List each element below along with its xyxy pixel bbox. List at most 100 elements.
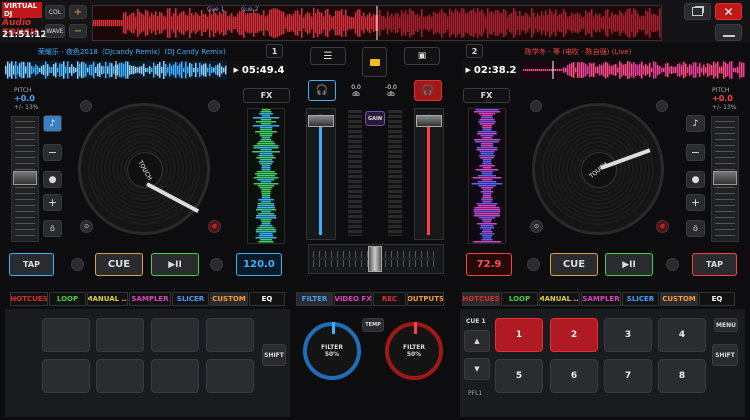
right-pad-7[interactable]: 7 bbox=[604, 359, 652, 393]
gain-button[interactable]: GAIN bbox=[365, 111, 385, 126]
right-pad-3[interactable]: 3 bbox=[604, 318, 652, 352]
left-tab-hotcues[interactable]: HOTCUES bbox=[10, 292, 48, 306]
right-filter-knob[interactable]: FILTER 50% bbox=[385, 322, 443, 380]
deck1-film-button[interactable]: ⊙ bbox=[80, 220, 93, 233]
center-tab-filter[interactable]: FILTER bbox=[296, 292, 333, 306]
right-pad-1[interactable]: 1 bbox=[495, 318, 543, 352]
left-pad[interactable] bbox=[151, 359, 199, 393]
right-pad-8[interactable]: 8 bbox=[658, 359, 706, 393]
deck2-sync-knob[interactable] bbox=[527, 258, 540, 271]
temp-button[interactable]: TEMP bbox=[362, 318, 384, 332]
restore-button[interactable] bbox=[684, 3, 711, 20]
left-pad[interactable] bbox=[42, 318, 90, 352]
left-tab-custom[interactable]: CUSTOM bbox=[210, 292, 248, 306]
left-pad[interactable] bbox=[96, 359, 144, 393]
deck2-stop-button[interactable]: ⊗ bbox=[656, 220, 669, 233]
right-pad-6[interactable]: 6 bbox=[550, 359, 598, 393]
deck1-tap-button[interactable]: TAP bbox=[9, 253, 54, 276]
deck1-stop-button[interactable]: ⊗ bbox=[208, 220, 221, 233]
left-tab-eq[interactable]: EQ bbox=[249, 292, 285, 306]
right-tab-loop[interactable]: LOOP bbox=[501, 292, 538, 306]
left-pad[interactable] bbox=[96, 318, 144, 352]
left-volume-track[interactable] bbox=[306, 108, 336, 240]
mixer-settings-button[interactable]: ☰ bbox=[310, 47, 346, 65]
deck1-cue-button[interactable]: CUE bbox=[95, 253, 143, 276]
deck1-brake-button[interactable] bbox=[208, 100, 220, 112]
deck2-keylock-button[interactable]: ♪ bbox=[686, 115, 705, 132]
deck1-platter[interactable]: TOUCH bbox=[78, 103, 210, 235]
deck2-pitch-handle[interactable] bbox=[713, 171, 737, 185]
col-button[interactable]: COL bbox=[45, 5, 65, 19]
right-shift-button[interactable]: SHIFT bbox=[712, 344, 738, 366]
deck2-tap-button[interactable]: TAP bbox=[692, 253, 737, 276]
left-headphone-button[interactable]: 🎧 bbox=[308, 80, 336, 101]
center-tab-outputs[interactable]: OUTPUTS bbox=[407, 292, 444, 306]
deck1-pitch-handle[interactable] bbox=[13, 171, 37, 185]
crossfader-handle[interactable] bbox=[368, 246, 382, 272]
right-tab-slicer[interactable]: SLICER bbox=[622, 292, 659, 306]
deck1-pitch-reset-button[interactable]: ● bbox=[43, 171, 62, 188]
center-tab-video-fx[interactable]: VIDEO FX bbox=[334, 292, 372, 306]
right-tab-sampler[interactable]: SAMPLER bbox=[581, 292, 621, 306]
right-tab-manual[interactable]: MANUAL ... bbox=[539, 292, 580, 306]
close-button[interactable]: ✕ bbox=[715, 3, 742, 20]
left-tab-slicer[interactable]: SLICER bbox=[172, 292, 209, 306]
overview-waveform[interactable]: Cue 1 Cue 2 bbox=[92, 5, 662, 41]
deck2-reverse-button[interactable] bbox=[530, 100, 542, 112]
deck1-pitch-minus-button[interactable]: − bbox=[43, 144, 62, 161]
left-tab-manual[interactable]: MANUAL ... bbox=[87, 292, 128, 306]
deck1-sync-knob-2[interactable] bbox=[210, 258, 223, 271]
left-shift-button[interactable]: SHIFT bbox=[262, 344, 286, 366]
left-volume-handle[interactable] bbox=[308, 114, 334, 127]
deck2-brake-button[interactable] bbox=[656, 100, 668, 112]
right-tab-custom[interactable]: CUSTOM bbox=[660, 292, 698, 306]
left-tab-loop[interactable]: LOOP bbox=[49, 292, 86, 306]
right-volume-handle[interactable] bbox=[416, 114, 442, 127]
left-pad[interactable] bbox=[151, 318, 199, 352]
right-headphone-button[interactable]: 🎧 bbox=[414, 80, 442, 101]
deck1-fx-button[interactable]: FX bbox=[243, 88, 290, 103]
right-pad-5[interactable]: 5 bbox=[495, 359, 543, 393]
video-button[interactable]: ▣ bbox=[404, 47, 440, 65]
deck1-sync-knob[interactable] bbox=[71, 258, 84, 271]
deck1-keylock-button[interactable]: ♪ bbox=[43, 115, 62, 132]
left-pad[interactable] bbox=[206, 318, 254, 352]
folder-button[interactable] bbox=[362, 47, 387, 77]
deck1-reverse-button[interactable] bbox=[80, 100, 92, 112]
deck2-sync-knob-2[interactable] bbox=[666, 258, 679, 271]
deck2-pitch-track[interactable] bbox=[711, 116, 739, 242]
deck2-cue-button[interactable]: CUE bbox=[550, 253, 598, 276]
right-pad-4[interactable]: 4 bbox=[658, 318, 706, 352]
minimize-button[interactable] bbox=[715, 24, 742, 41]
center-tab-rec[interactable]: REC bbox=[373, 292, 406, 306]
deck1-waveform[interactable] bbox=[5, 61, 227, 79]
deck2-play-button[interactable]: ▶II bbox=[605, 253, 653, 276]
zoom-in-button[interactable]: + bbox=[69, 5, 87, 19]
cue-down-button[interactable]: ▼ bbox=[464, 358, 490, 380]
right-tab-eq[interactable]: EQ bbox=[699, 292, 735, 306]
left-pad[interactable] bbox=[42, 359, 90, 393]
deck1-pitch-plus-button[interactable]: + bbox=[43, 194, 62, 211]
deck2-platter[interactable]: TOUCH bbox=[532, 103, 664, 235]
right-pad-2[interactable]: 2 bbox=[550, 318, 598, 352]
zoom-out-button[interactable]: − bbox=[69, 24, 87, 38]
deck2-pitch-reset-button[interactable]: ● bbox=[686, 171, 705, 188]
cue-up-button[interactable]: ▲ bbox=[464, 330, 490, 352]
right-volume-track[interactable] bbox=[414, 108, 444, 240]
left-filter-knob[interactable]: FILTER 50% bbox=[303, 322, 361, 380]
crossfader-track[interactable] bbox=[308, 244, 444, 274]
left-tab-sampler[interactable]: SAMPLER bbox=[129, 292, 171, 306]
left-pad[interactable] bbox=[206, 359, 254, 393]
deck2-pitch-plus-button[interactable]: + bbox=[686, 194, 705, 211]
deck2-pitch-minus-button[interactable]: − bbox=[686, 144, 705, 161]
deck2-pitch-zero-button[interactable]: ö bbox=[686, 220, 705, 237]
menu-button[interactable]: MENU bbox=[714, 318, 738, 332]
deck1-play-button[interactable]: ▶II bbox=[151, 253, 199, 276]
deck2-film-button[interactable]: ⊙ bbox=[530, 220, 543, 233]
right-tab-hotcues[interactable]: HOTCUES bbox=[462, 292, 500, 306]
deck1-pitch-track[interactable] bbox=[11, 116, 39, 242]
deck2-waveform[interactable] bbox=[523, 61, 745, 79]
wave-button[interactable]: WAVE bbox=[45, 24, 65, 38]
deck2-fx-button[interactable]: FX bbox=[463, 88, 510, 103]
deck1-pitch-zero-button[interactable]: ö bbox=[43, 220, 62, 237]
